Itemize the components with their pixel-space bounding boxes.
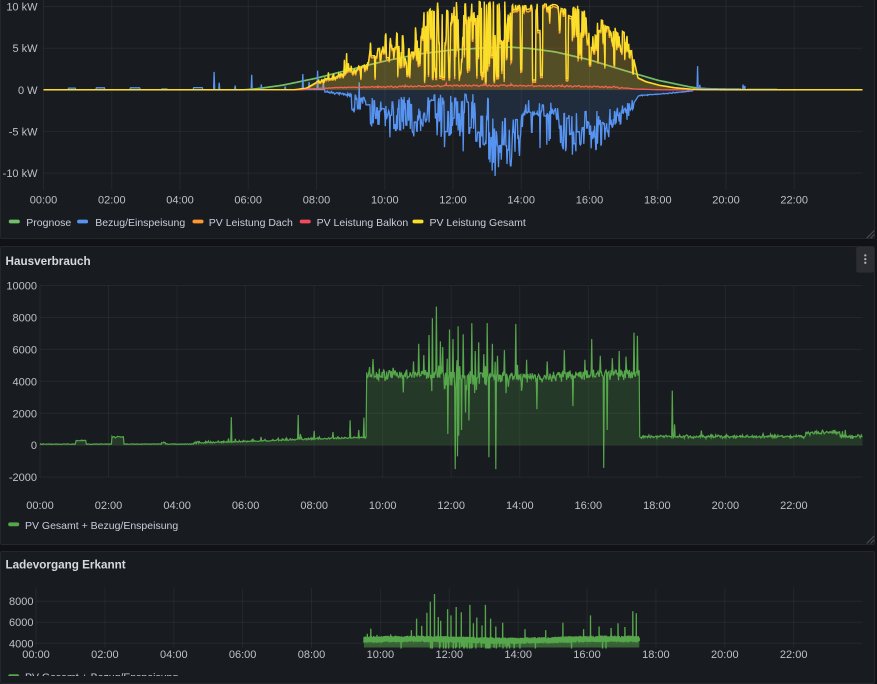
svg-text:20:00: 20:00: [711, 649, 739, 661]
svg-text:4000: 4000: [13, 376, 37, 388]
svg-text:04:00: 04:00: [163, 500, 191, 512]
svg-text:18:00: 18:00: [644, 195, 672, 207]
svg-text:PV Leistung Dach: PV Leistung Dach: [209, 217, 293, 229]
svg-text:6000: 6000: [13, 344, 37, 356]
svg-text:06:00: 06:00: [232, 500, 260, 512]
svg-text:6000: 6000: [9, 617, 33, 629]
svg-text:08:00: 08:00: [300, 500, 328, 512]
svg-text:22:00: 22:00: [780, 195, 808, 207]
svg-text:5 kW: 5 kW: [12, 43, 38, 55]
svg-text:14:00: 14:00: [506, 500, 534, 512]
svg-text:14:00: 14:00: [507, 195, 535, 207]
svg-text:04:00: 04:00: [166, 195, 194, 207]
svg-text:Ladevorgang Erkannt: Ladevorgang Erkannt: [6, 558, 126, 571]
svg-text:12:00: 12:00: [437, 500, 465, 512]
svg-text:16:00: 16:00: [576, 195, 604, 207]
svg-text:PV Leistung Balkon: PV Leistung Balkon: [317, 217, 409, 229]
svg-text:00:00: 00:00: [22, 649, 50, 661]
svg-text:16:00: 16:00: [575, 500, 603, 512]
svg-text:10:00: 10:00: [371, 195, 399, 207]
svg-text:12:00: 12:00: [436, 649, 464, 661]
svg-text:Bezug/Einspeisung: Bezug/Einspeisung: [95, 217, 185, 229]
svg-text:06:00: 06:00: [234, 195, 262, 207]
svg-text:-2000: -2000: [9, 472, 37, 484]
svg-text:PV Gesamt + Bezug/Enspeisung: PV Gesamt + Bezug/Enspeisung: [25, 520, 178, 532]
svg-text:PV Leistung Gesamt: PV Leistung Gesamt: [430, 217, 526, 229]
svg-text:8000: 8000: [9, 596, 33, 608]
svg-text:10:00: 10:00: [367, 649, 395, 661]
svg-text:18:00: 18:00: [642, 649, 670, 661]
svg-text:8000: 8000: [13, 313, 37, 325]
svg-text:-10 kW: -10 kW: [3, 168, 38, 180]
svg-text:PV Gesamt + Bezug/Enspeisung: PV Gesamt + Bezug/Enspeisung: [25, 672, 178, 676]
svg-text:Prognose: Prognose: [26, 217, 71, 229]
svg-text:08:00: 08:00: [298, 649, 326, 661]
svg-text:00:00: 00:00: [26, 500, 54, 512]
svg-text:06:00: 06:00: [229, 649, 257, 661]
svg-text:18:00: 18:00: [643, 500, 671, 512]
svg-text:10:00: 10:00: [369, 500, 397, 512]
svg-text:02:00: 02:00: [91, 649, 119, 661]
svg-text:22:00: 22:00: [780, 500, 808, 512]
svg-text:20:00: 20:00: [712, 195, 740, 207]
svg-text:0 W: 0 W: [18, 85, 38, 97]
svg-text:02:00: 02:00: [95, 500, 123, 512]
svg-text:0: 0: [31, 440, 37, 452]
svg-text:Hausverbrauch: Hausverbrauch: [6, 255, 91, 268]
svg-text:14:00: 14:00: [504, 649, 532, 661]
svg-text:10000: 10000: [6, 281, 37, 293]
svg-text:20:00: 20:00: [712, 500, 740, 512]
svg-text:-5 kW: -5 kW: [9, 126, 38, 138]
svg-text:02:00: 02:00: [98, 195, 126, 207]
svg-text:00:00: 00:00: [30, 195, 58, 207]
svg-text:04:00: 04:00: [160, 649, 188, 661]
svg-text:22:00: 22:00: [780, 649, 808, 661]
svg-text:2000: 2000: [13, 408, 37, 420]
svg-text:12:00: 12:00: [439, 195, 467, 207]
svg-text:08:00: 08:00: [303, 195, 331, 207]
svg-text:10 kW: 10 kW: [6, 2, 38, 14]
svg-text:16:00: 16:00: [573, 649, 601, 661]
